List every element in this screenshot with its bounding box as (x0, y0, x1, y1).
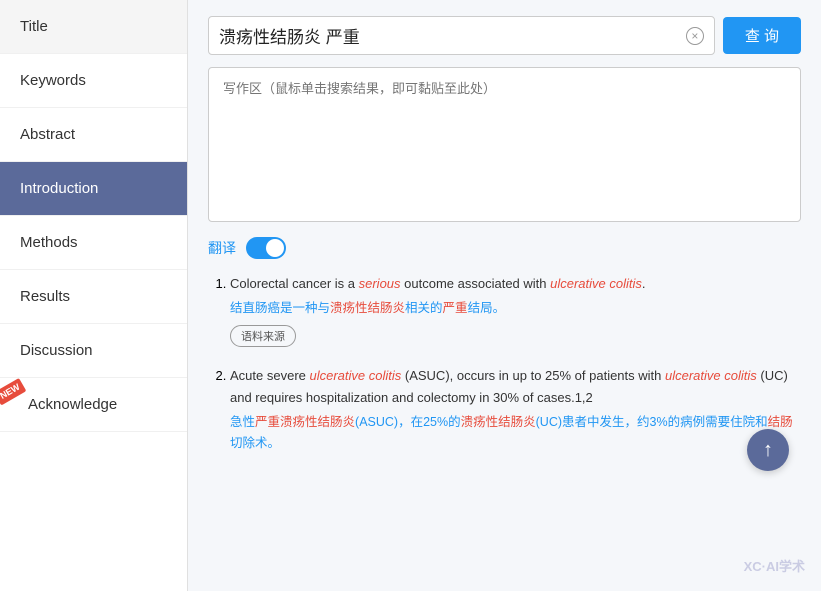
main-panel: 溃疡性结肠炎 严重 × 查 询 翻译 Colorectal cancer is … (188, 0, 821, 591)
sidebar-item-label: Abstract (20, 126, 75, 143)
sidebar-item-label: Results (20, 288, 70, 305)
result-2-zh: 急性严重溃疡性结肠炎(ASUC)，在25%的溃疡性结肠炎(UC)患者中发生，约3… (230, 412, 801, 453)
sidebar-item-label: Acknowledge (28, 396, 117, 413)
sidebar-item-results[interactable]: Results (0, 270, 187, 324)
sidebar-item-label: Keywords (20, 72, 86, 89)
sidebar-item-discussion[interactable]: Discussion (0, 324, 187, 378)
clear-button[interactable]: × (686, 27, 704, 45)
scroll-up-button[interactable]: ↑ (747, 429, 789, 471)
search-input-wrap: 溃疡性结肠炎 严重 × (208, 16, 715, 55)
result-1-zh-keyword1: 溃疡性结肠炎 (330, 301, 405, 315)
translate-toggle[interactable] (246, 237, 286, 259)
translate-label: 翻译 (208, 238, 236, 258)
sidebar: Title Keywords Abstract Introduction Met… (0, 0, 188, 591)
result-2-zh-kw3: 结肠 (768, 415, 793, 429)
search-bar: 溃疡性结肠炎 严重 × 查 询 (208, 16, 801, 55)
translate-row: 翻译 (208, 237, 801, 259)
search-query-text: 溃疡性结肠炎 严重 (219, 23, 686, 48)
result-1-en: Colorectal cancer is a serious outcome a… (230, 273, 801, 294)
result-item-2: Acute severe ulcerative colitis (ASUC), … (230, 365, 801, 453)
result-2-keyword-uc2: ulcerative colitis (665, 368, 757, 383)
result-1-zh: 结直肠癌是一种与溃疡性结肠炎相关的严重结局。 (230, 298, 801, 319)
result-1-zh-keyword2: 严重 (443, 301, 468, 315)
result-1-keyword-uc: ulcerative colitis (550, 276, 642, 291)
writing-area[interactable] (208, 67, 801, 222)
sidebar-item-label: Introduction (20, 180, 98, 197)
new-badge: NEW (0, 378, 26, 405)
result-2-en: Acute severe ulcerative colitis (ASUC), … (230, 365, 801, 408)
result-2-zh-kw2: 溃疡性结肠炎 (461, 415, 536, 429)
sidebar-item-label: Discussion (20, 342, 93, 359)
sidebar-item-acknowledge[interactable]: NEW Acknowledge (0, 378, 187, 432)
sidebar-item-methods[interactable]: Methods (0, 216, 187, 270)
result-1-keyword-serious: serious (359, 276, 401, 291)
sidebar-item-abstract[interactable]: Abstract (0, 108, 187, 162)
query-button[interactable]: 查 询 (723, 17, 801, 54)
result-2-keyword-uc1: ulcerative colitis (310, 368, 402, 383)
sidebar-item-keywords[interactable]: Keywords (0, 54, 187, 108)
sidebar-item-label: Title (20, 18, 48, 35)
result-2-zh-kw1: 严重溃疡性结肠炎 (255, 415, 355, 429)
source-badge-1[interactable]: 语料来源 (230, 325, 296, 347)
result-item-1: Colorectal cancer is a serious outcome a… (230, 273, 801, 347)
sidebar-item-title[interactable]: Title (0, 0, 187, 54)
sidebar-item-introduction[interactable]: Introduction (0, 162, 187, 216)
main-content: 溃疡性结肠炎 严重 × 查 询 翻译 Colorectal cancer is … (188, 0, 821, 591)
results-list: Colorectal cancer is a serious outcome a… (208, 273, 801, 453)
sidebar-item-label: Methods (20, 234, 78, 251)
